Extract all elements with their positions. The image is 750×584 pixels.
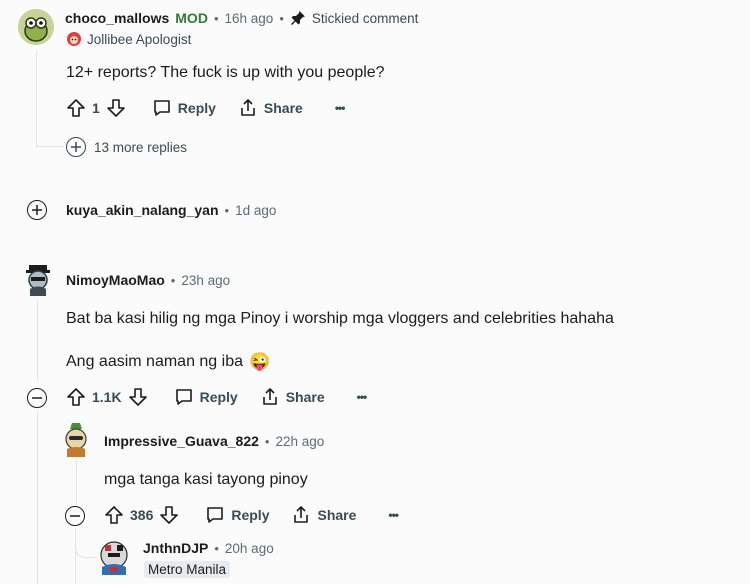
action-bar: 1 Reply Share ••• bbox=[66, 98, 346, 118]
reply-button[interactable]: Reply bbox=[205, 505, 269, 525]
downvote-icon[interactable] bbox=[106, 98, 126, 118]
reply-button[interactable]: Reply bbox=[152, 98, 216, 118]
separator: • bbox=[214, 540, 219, 556]
mod-badge: MOD bbox=[175, 10, 208, 26]
score: 386 bbox=[130, 507, 154, 523]
comment-body-line: Ang aasim naman ng iba 😜 bbox=[66, 352, 270, 372]
more-options-button[interactable]: ••• bbox=[335, 101, 346, 115]
reply-button[interactable]: Reply bbox=[174, 387, 238, 407]
action-bar: 1.1K Reply Share ••• bbox=[66, 387, 368, 407]
emoji: 😜 bbox=[249, 352, 271, 371]
upvote-icon[interactable] bbox=[104, 505, 124, 525]
share-label: Share bbox=[263, 100, 303, 116]
collapse-thread-button[interactable] bbox=[27, 388, 47, 408]
comment-body: mga tanga kasi tayong pinoy bbox=[104, 471, 308, 488]
comment-header: JnthnDJP • 20h ago bbox=[143, 540, 274, 556]
thread-line[interactable] bbox=[37, 300, 38, 382]
more-options-button[interactable]: ••• bbox=[357, 390, 368, 404]
reply-label: Reply bbox=[231, 507, 270, 523]
collapse-icon bbox=[65, 506, 85, 526]
more-options-button[interactable]: ••• bbox=[388, 508, 399, 522]
score: 1 bbox=[92, 100, 100, 116]
share-icon bbox=[291, 505, 311, 525]
thread-branch bbox=[75, 538, 97, 558]
share-icon bbox=[260, 387, 280, 407]
comment-body: Bat ba kasi hilig ng mga Pinoy i worship… bbox=[66, 310, 614, 327]
comment-header: NimoyMaoMao • 23h ago bbox=[66, 272, 230, 288]
comment-body: 12+ reports? The fuck is up with you peo… bbox=[66, 64, 385, 81]
thread-line[interactable] bbox=[36, 50, 37, 146]
share-button[interactable]: Share bbox=[238, 98, 303, 118]
avatar[interactable] bbox=[22, 262, 54, 296]
username[interactable]: kuya_akin_nalang_yan bbox=[66, 202, 219, 218]
thread-line[interactable] bbox=[37, 410, 38, 584]
comment-icon bbox=[152, 98, 172, 118]
downvote-icon[interactable] bbox=[159, 505, 179, 525]
share-label: Share bbox=[317, 507, 357, 523]
comment-icon bbox=[174, 387, 194, 407]
jollibee-flair-icon bbox=[66, 31, 82, 47]
comment-header: choco_mallows MOD • 16h ago • Stickied c… bbox=[65, 10, 418, 26]
user-flair: Jollibee Apologist bbox=[66, 31, 191, 47]
more-replies-label: 13 more replies bbox=[94, 139, 188, 155]
expand-icon bbox=[66, 137, 86, 157]
comment-body-text: Ang aasim naman ng iba bbox=[66, 353, 243, 370]
username[interactable]: NimoyMaoMao bbox=[66, 272, 165, 288]
sticky-label: Stickied comment bbox=[311, 10, 419, 26]
separator: • bbox=[213, 10, 219, 26]
separator: • bbox=[224, 202, 230, 218]
expand-icon bbox=[27, 200, 47, 220]
share-button[interactable]: Share bbox=[291, 505, 356, 525]
timestamp[interactable]: 1d ago bbox=[235, 203, 276, 218]
collapse-thread-button[interactable] bbox=[65, 506, 85, 526]
avatar[interactable] bbox=[96, 537, 132, 575]
timestamp[interactable]: 20h ago bbox=[225, 541, 274, 556]
user-flair: Metro Manila bbox=[144, 561, 231, 578]
upvote-icon[interactable] bbox=[66, 98, 86, 118]
avatar[interactable] bbox=[60, 421, 92, 457]
comment-icon bbox=[205, 505, 225, 525]
separator: • bbox=[170, 272, 176, 288]
timestamp[interactable]: 23h ago bbox=[181, 273, 230, 288]
username[interactable]: Impressive_Guava_822 bbox=[104, 433, 259, 449]
share-label: Share bbox=[285, 389, 325, 405]
separator: • bbox=[279, 10, 284, 26]
flair-text: Jollibee Apologist bbox=[87, 31, 192, 47]
pin-icon bbox=[290, 10, 306, 26]
share-icon bbox=[238, 98, 258, 118]
comment-header: Impressive_Guava_822 • 22h ago bbox=[104, 433, 324, 449]
downvote-icon[interactable] bbox=[128, 387, 148, 407]
upvote-icon[interactable] bbox=[66, 387, 86, 407]
expand-comment-button[interactable] bbox=[27, 200, 47, 220]
thread-line[interactable] bbox=[75, 528, 76, 584]
action-bar: 386 Reply Share ••• bbox=[104, 505, 399, 525]
reply-label: Reply bbox=[199, 389, 238, 405]
score: 1.1K bbox=[92, 389, 122, 405]
comment-header: kuya_akin_nalang_yan • 1d ago bbox=[66, 202, 276, 218]
avatar[interactable] bbox=[18, 9, 54, 45]
timestamp[interactable]: 22h ago bbox=[275, 434, 324, 449]
username[interactable]: JnthnDJP bbox=[143, 540, 208, 556]
separator: • bbox=[264, 433, 270, 449]
more-replies-link[interactable]: 13 more replies bbox=[66, 137, 187, 157]
reply-label: Reply bbox=[177, 100, 216, 116]
thread-line[interactable] bbox=[76, 460, 77, 505]
timestamp[interactable]: 16h ago bbox=[225, 11, 274, 26]
share-button[interactable]: Share bbox=[260, 387, 325, 407]
thread-branch bbox=[36, 146, 64, 147]
username[interactable]: choco_mallows bbox=[65, 10, 169, 26]
collapse-icon bbox=[27, 388, 47, 408]
